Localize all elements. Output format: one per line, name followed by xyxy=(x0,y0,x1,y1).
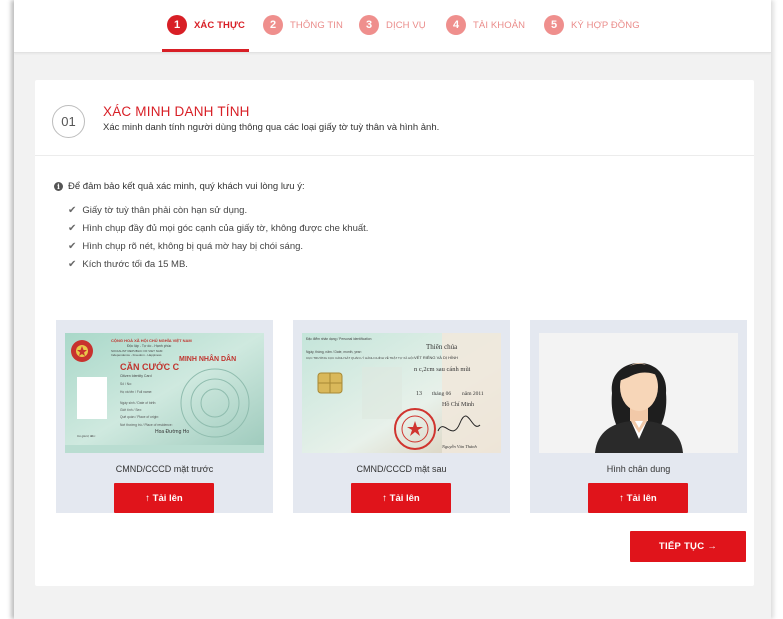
svg-text:Có giá trị đến:: Có giá trị đến: xyxy=(77,434,96,438)
svg-text:13: 13 xyxy=(416,391,422,397)
requirement-item: ✔ Hình chụp rõ nét, không bị quá mờ hay … xyxy=(68,241,303,252)
id-front-image: CỘNG HOÀ XÃ HỘI CHỦ NGHĨA VIỆT NAM Độc l… xyxy=(65,333,264,453)
svg-text:năm 2011: năm 2011 xyxy=(462,391,484,397)
continue-button[interactable]: TIẾP TỤC → xyxy=(630,531,746,562)
browser-frame: 1 XÁC THỰC 2 THÔNG TIN 3 DỊCH VỤ 4 TÀI K… xyxy=(14,0,771,619)
upload-label: Hình chân dung xyxy=(606,464,671,474)
card-id-label: Citizen Identity Card xyxy=(120,374,152,378)
section-subtitle: Xác minh danh tính người dùng thông qua … xyxy=(103,122,440,133)
svg-text:CỤC TRƯỞNG CỤC CẢNH SÁT QUẢN L: CỤC TRƯỞNG CỤC CẢNH SÁT QUẢN LÝ HÀNH CHÍ… xyxy=(306,355,414,360)
card-motto: Độc lập - Tự do - Hạnh phúc xyxy=(127,344,172,348)
active-step-underline xyxy=(162,49,249,52)
svg-text:Ngày, tháng, năm / Date, month: Ngày, tháng, năm / Date, month, year: xyxy=(306,350,362,354)
upload-portrait: Hình chân dung ↑ Tải lên xyxy=(530,320,747,513)
requirement-text: Hình chụp rõ nét, không bị quá mờ hay bị… xyxy=(82,241,304,252)
svg-text:Họ và tên / Full name:: Họ và tên / Full name: xyxy=(120,390,152,394)
card-title: CĂN CƯỚC C xyxy=(120,361,180,372)
section-title: XÁC MINH DANH TÍNH xyxy=(103,104,250,119)
svg-text:Nơi thường trú / Place of resi: Nơi thường trú / Place of residence: xyxy=(120,423,173,427)
step-number: 1 xyxy=(167,15,187,35)
svg-text:tháng 06: tháng 06 xyxy=(432,391,451,397)
check-icon: ✔ xyxy=(68,223,77,234)
requirement-text: Kích thước tối đa 15 MB. xyxy=(82,259,188,270)
step-label: KÝ HỢP ĐỒNG xyxy=(571,19,640,31)
upload-front-button[interactable]: ↑ Tải lên xyxy=(114,483,214,513)
card-motto-en: Independence - Freedom - Happiness xyxy=(111,353,162,357)
requirement-item: ✔ Giấy tờ tuỳ thân phải còn hạn sử dụng. xyxy=(68,205,247,216)
svg-text:Giới tính / Sex:: Giới tính / Sex: xyxy=(120,408,142,412)
step-thong-tin[interactable]: 2 THÔNG TIN xyxy=(263,15,343,35)
step-xac-thuc[interactable]: 1 XÁC THỰC xyxy=(167,15,245,35)
svg-text:Quê quán / Place of origin:: Quê quán / Place of origin: xyxy=(120,415,159,419)
step-progress-bar: 1 XÁC THỰC 2 THÔNG TIN 3 DỊCH VỤ 4 TÀI K… xyxy=(14,0,771,53)
id-back-image: Đặc điểm nhân dạng / Personal identifica… xyxy=(302,333,501,453)
svg-text:n c,2cm sau cánh mũi: n c,2cm sau cánh mũi xyxy=(414,366,471,373)
section-header: 01 XÁC MINH DANH TÍNH Xác minh danh tính… xyxy=(35,80,754,156)
step-tai-khoan[interactable]: 4 TÀI KHOẢN xyxy=(446,15,525,35)
upload-label: CMND/CCCD mặt trước xyxy=(115,464,214,474)
upload-id-front: CỘNG HOÀ XÃ HỘI CHỦ NGHĨA VIỆT NAM Độc l… xyxy=(56,320,273,513)
upload-id-back: Đặc điểm nhân dạng / Personal identifica… xyxy=(293,320,510,513)
step-label: DỊCH VỤ xyxy=(386,19,426,31)
upload-label: CMND/CCCD mặt sau xyxy=(356,464,447,474)
check-icon: ✔ xyxy=(68,205,77,216)
info-icon: i xyxy=(54,182,63,191)
svg-text:Nguyễn Văn Thành: Nguyễn Văn Thành xyxy=(441,444,477,449)
step-number: 4 xyxy=(446,15,466,35)
portrait-placeholder xyxy=(539,333,738,453)
step-dich-vu[interactable]: 3 DỊCH VỤ xyxy=(359,15,426,35)
svg-text:Hồ Chí Minh: Hồ Chí Minh xyxy=(442,401,474,408)
upload-back-button[interactable]: ↑ Tải lên xyxy=(351,483,451,513)
step-label: TÀI KHOẢN xyxy=(473,19,526,31)
step-label: THÔNG TIN xyxy=(290,19,343,31)
requirement-text: Hình chụp đầy đủ mọi góc cạnh của giấy t… xyxy=(82,223,369,234)
notice: i Để đảm bảo kết quả xác minh, quý khách… xyxy=(54,181,305,192)
svg-text:Số / No:: Số / No: xyxy=(120,382,132,386)
person-icon xyxy=(595,362,683,453)
card-country: CỘNG HOÀ XÃ HỘI CHỦ NGHĨA VIỆT NAM xyxy=(111,338,192,343)
section-number: 01 xyxy=(52,105,85,138)
svg-text:Ngày sinh / Date of birth:: Ngày sinh / Date of birth: xyxy=(120,401,156,405)
check-icon: ✔ xyxy=(68,241,77,252)
upload-portrait-button[interactable]: ↑ Tải lên xyxy=(588,483,688,513)
card-title-en: MINH NHÂN DÂN xyxy=(179,354,236,363)
requirement-text: Giấy tờ tuỳ thân phải còn hạn sử dụng. xyxy=(82,205,248,216)
svg-text:Thiên chúa: Thiên chúa xyxy=(426,343,458,351)
notice-text: Để đảm bảo kết quả xác minh, quý khách v… xyxy=(68,181,305,192)
step-label: XÁC THỰC xyxy=(194,19,245,31)
step-ky-hop-dong[interactable]: 5 KÝ HỢP ĐỒNG xyxy=(544,15,640,35)
check-icon: ✔ xyxy=(68,259,77,270)
step-number: 3 xyxy=(359,15,379,35)
svg-text:Hoa Đường Ho: Hoa Đường Ho xyxy=(155,429,189,435)
requirement-item: ✔ Kích thước tối đa 15 MB. xyxy=(68,259,188,270)
svg-text:VẾT RIÊNG VÀ DỊ HÌNH: VẾT RIÊNG VÀ DỊ HÌNH xyxy=(414,355,458,360)
requirement-item: ✔ Hình chụp đầy đủ mọi góc cạnh của giấy… xyxy=(68,223,368,234)
verification-card: 01 XÁC MINH DANH TÍNH Xác minh danh tính… xyxy=(35,80,754,586)
svg-text:Đặc điểm nhân dạng / Personal: Đặc điểm nhân dạng / Personal identifica… xyxy=(306,337,372,341)
step-number: 2 xyxy=(263,15,283,35)
step-number: 5 xyxy=(544,15,564,35)
